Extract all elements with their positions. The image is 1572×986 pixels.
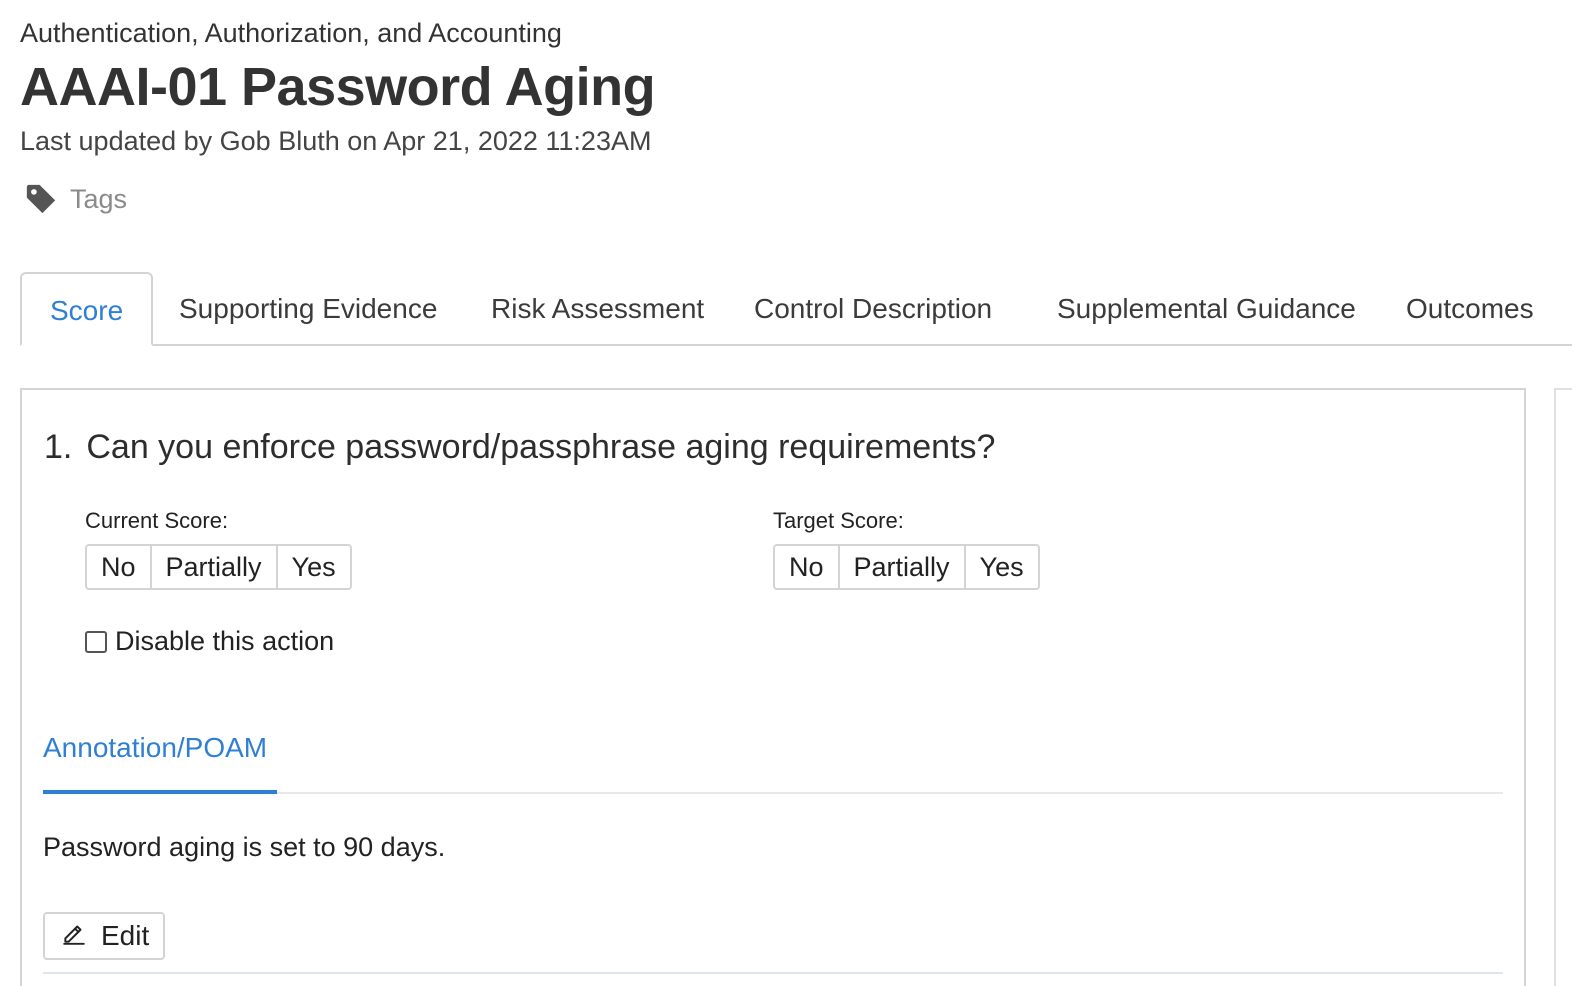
side-panel-edge bbox=[1554, 388, 1572, 986]
current-score-buttons: No Partially Yes bbox=[85, 544, 352, 590]
tab-bar: Score Supporting Evidence Risk Assessmen… bbox=[20, 272, 1572, 346]
tab-risk-assessment[interactable]: Risk Assessment bbox=[491, 272, 704, 346]
edit-annotation-button[interactable]: Edit bbox=[43, 912, 166, 960]
target-score-partially-button[interactable]: Partially bbox=[837, 546, 964, 588]
current-score-partially-button[interactable]: Partially bbox=[149, 546, 276, 588]
disable-action-checkbox[interactable] bbox=[85, 630, 107, 653]
question-number: 1. bbox=[44, 428, 73, 466]
tag-icon bbox=[24, 182, 58, 216]
tags-label: Tags bbox=[70, 183, 128, 214]
page-title: AAAI-01 Password Aging bbox=[20, 57, 656, 117]
current-score-yes-button[interactable]: Yes bbox=[275, 546, 350, 588]
annotation-text: Password aging is set to 90 days. bbox=[43, 832, 446, 862]
target-score-yes-button[interactable]: Yes bbox=[963, 546, 1038, 588]
tab-control-description[interactable]: Control Description bbox=[754, 272, 992, 346]
control-category: Authentication, Authorization, and Accou… bbox=[20, 18, 562, 48]
last-updated: Last updated by Gob Bluth on Apr 21, 202… bbox=[20, 126, 652, 156]
current-score-label: Current Score: bbox=[85, 508, 229, 533]
target-score-no-button[interactable]: No bbox=[775, 546, 838, 588]
question: 1. Can you enforce password/passphrase a… bbox=[44, 428, 995, 467]
tab-score[interactable]: Score bbox=[20, 272, 154, 346]
annotation-tab-indicator bbox=[43, 790, 277, 794]
tab-outcomes[interactable]: Outcomes bbox=[1406, 272, 1534, 346]
target-score-label: Target Score: bbox=[773, 508, 904, 533]
pencil-icon bbox=[61, 920, 87, 953]
current-score-no-button[interactable]: No bbox=[87, 546, 150, 588]
disable-action-row: Disable this action bbox=[85, 626, 334, 657]
edit-label: Edit bbox=[101, 920, 150, 951]
target-score-buttons: No Partially Yes bbox=[773, 544, 1040, 590]
score-card: 1. Can you enforce password/passphrase a… bbox=[20, 388, 1526, 986]
tab-supplemental-guidance[interactable]: Supplemental Guidance bbox=[1057, 272, 1356, 346]
disable-action-label[interactable]: Disable this action bbox=[115, 626, 334, 657]
tags-control[interactable]: Tags bbox=[24, 182, 127, 216]
section-divider bbox=[43, 972, 1503, 974]
tab-supporting-evidence[interactable]: Supporting Evidence bbox=[179, 272, 437, 346]
page: Authentication, Authorization, and Accou… bbox=[0, 0, 1572, 986]
question-text: Can you enforce password/passphrase agin… bbox=[86, 428, 996, 466]
tab-annotation-poam[interactable]: Annotation/POAM bbox=[43, 732, 267, 764]
